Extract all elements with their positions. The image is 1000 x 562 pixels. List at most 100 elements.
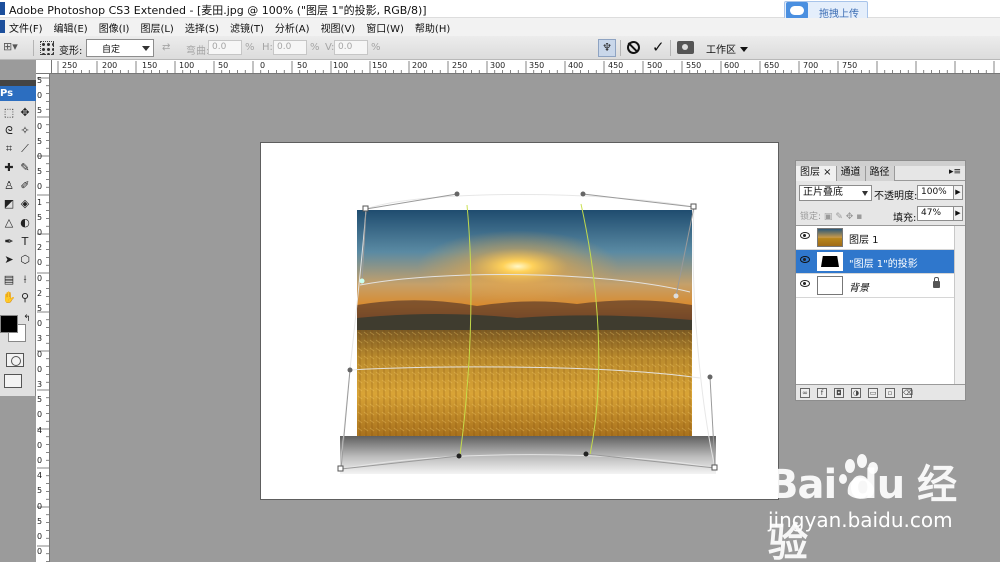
ruler-label: 5 — [37, 76, 43, 85]
notes-tool-icon[interactable]: ▤ — [1, 272, 17, 287]
ruler-label: 5 — [37, 395, 43, 405]
ruler-label: 200 — [412, 61, 428, 70]
ruler-label: 5 — [37, 136, 43, 146]
foreground-color-swatch[interactable] — [0, 315, 18, 333]
tab-layers[interactable]: 图层 × — [796, 166, 837, 181]
ruler-label: 0 — [37, 456, 43, 465]
menu-window[interactable]: 窗口(W) — [366, 20, 404, 35]
clone-stamp-icon[interactable]: ♙ — [1, 178, 17, 193]
blend-mode-select[interactable]: 正片叠底 — [799, 185, 872, 201]
lock-options: 锁定: ▣ ✎ ✥ ▪ — [800, 209, 862, 222]
opacity-field[interactable]: 100% — [917, 185, 954, 200]
history-brush-icon[interactable]: ✐ — [17, 178, 33, 193]
ruler-label: 750 — [842, 61, 858, 70]
wheat-field-photo[interactable] — [357, 210, 692, 436]
hand-tool-icon[interactable]: ✋ — [1, 290, 17, 305]
move-tool-icon[interactable]: ✥ — [17, 105, 33, 120]
camera-icon[interactable] — [677, 41, 694, 54]
warp-label: 变形: — [59, 46, 83, 57]
fill-field[interactable]: 47% — [917, 206, 954, 221]
lasso-tool-icon[interactable]: ᘓ — [1, 123, 17, 138]
visibility-eye-icon[interactable] — [800, 256, 810, 263]
eyedropper-icon[interactable]: ⟊ — [17, 272, 33, 287]
bend-percent: % — [245, 42, 255, 53]
ruler-label: 0 — [37, 319, 43, 329]
type-tool-icon[interactable]: T — [17, 234, 33, 249]
orientation-icon[interactable]: ⇄ — [162, 42, 170, 53]
link-layers-icon[interactable]: ∞ — [800, 388, 810, 398]
layer-thumbnail — [817, 252, 843, 271]
lock-all-icon[interactable]: ▪ — [856, 212, 862, 222]
menu-analysis[interactable]: 分析(A) — [275, 20, 310, 35]
panel-menu-icon[interactable]: ▸≡ — [949, 167, 961, 177]
pen-tool-icon[interactable]: ✒ — [1, 234, 17, 249]
menu-view[interactable]: 视图(V) — [321, 20, 356, 35]
layer-row[interactable]: 图层 1 — [796, 226, 954, 250]
adjustment-layer-icon[interactable]: ◑ — [851, 388, 861, 398]
window-title: Adobe Photoshop CS3 Extended - [麦田.jpg @… — [9, 4, 427, 17]
visibility-eye-icon[interactable] — [800, 280, 810, 287]
lock-label: 锁定: — [800, 212, 822, 222]
ruler-label: 5 — [37, 167, 43, 177]
quick-mask-icon[interactable] — [6, 353, 24, 367]
v-distortion-field[interactable]: 0.0 — [334, 40, 368, 55]
bend-field[interactable]: 0.0 — [208, 40, 242, 55]
menu-select[interactable]: 选择(S) — [185, 20, 219, 35]
tab-paths[interactable]: 路径 — [865, 166, 895, 181]
ruler-origin[interactable] — [36, 60, 52, 74]
opacity-stepper[interactable]: ▶ — [953, 185, 963, 200]
cancel-transform-icon[interactable] — [627, 41, 640, 54]
blur-tool-icon[interactable]: △ — [1, 215, 17, 230]
menu-image[interactable]: 图像(I) — [99, 20, 130, 35]
menu-filter[interactable]: 滤镜(T) — [230, 20, 264, 35]
dodge-tool-icon[interactable]: ◐ — [17, 215, 33, 230]
tab-channels[interactable]: 通道 — [836, 166, 866, 181]
layer-thumbnail — [817, 228, 843, 247]
menu-edit[interactable]: 编辑(E) — [54, 20, 88, 35]
ruler-label: 5 — [37, 486, 43, 496]
reference-point-icon[interactable] — [40, 41, 54, 55]
visibility-eye-icon[interactable] — [800, 232, 810, 239]
new-layer-icon[interactable]: ▫ — [885, 388, 895, 398]
tool-preset-picker[interactable]: ⊞▾ — [3, 40, 29, 56]
menu-help[interactable]: 帮助(H) — [415, 20, 450, 35]
lock-pixels-icon[interactable]: ✎ — [835, 212, 843, 222]
h-distortion-field[interactable]: 0.0 — [273, 40, 307, 55]
ruler-label: 5 — [37, 304, 43, 313]
layer-style-icon[interactable]: f — [817, 388, 827, 398]
free-transform-mode-icon[interactable]: ♆ — [598, 39, 616, 57]
horizontal-ruler[interactable]: 250 200 150 100 50 0 50 100 150 200 250 … — [52, 60, 1000, 74]
swap-colors-icon[interactable]: ↰ — [19, 312, 35, 327]
marquee-tool-icon[interactable]: ⬚ — [1, 105, 17, 120]
workspace-button[interactable]: 工作区 — [706, 41, 748, 56]
vertical-ruler[interactable]: 5 0 5 0 5 0 5 0 1 5 0 2 0 0 2 5 0 3 0 0 3 5 0 4 0 0 4 5 0 5 0 0 — [36, 74, 50, 562]
brush-tool-icon[interactable]: ✎ — [17, 160, 33, 175]
warp-style-select[interactable]: 自定 — [86, 39, 154, 57]
shape-tool-icon[interactable]: ⬡ — [17, 252, 33, 267]
workspace-label: 工作区 — [706, 45, 736, 56]
new-group-icon[interactable]: ▭ — [868, 388, 878, 398]
layer-row[interactable]: 背景 — [796, 274, 954, 298]
ruler-label: 0 — [37, 410, 43, 420]
zoom-tool-icon[interactable]: ⚲ — [17, 290, 33, 305]
screen-mode-icon[interactable] — [4, 374, 22, 388]
layer-row[interactable]: "图层 1"的投影 — [796, 250, 954, 274]
menu-layer[interactable]: 图层(L) — [140, 20, 173, 35]
ruler-label: 0 — [37, 228, 43, 237]
paint-bucket-icon[interactable]: ◈ — [17, 196, 33, 211]
path-selection-icon[interactable]: ➤ — [1, 252, 17, 267]
fill-stepper[interactable]: ▶ — [953, 206, 963, 221]
menu-file[interactable]: 文件(F) — [9, 20, 43, 35]
lock-position-icon[interactable]: ✥ — [846, 212, 854, 222]
eraser-tool-icon[interactable]: ◩ — [1, 196, 17, 211]
slice-tool-icon[interactable]: ⟋ — [17, 141, 33, 156]
layer-list-scrollbar[interactable] — [954, 226, 965, 384]
delete-layer-icon[interactable]: ⌫ — [902, 388, 913, 398]
lock-transparency-icon[interactable]: ▣ — [824, 212, 833, 222]
crop-tool-icon[interactable]: ⌗ — [1, 141, 17, 156]
watermark-brand: Bai du 经验 — [768, 462, 957, 562]
add-mask-icon[interactable]: ◘ — [834, 388, 844, 398]
healing-brush-icon[interactable]: ✚ — [1, 160, 17, 175]
magic-wand-icon[interactable]: ✧ — [17, 123, 33, 138]
commit-transform-icon[interactable]: ✓ — [652, 38, 665, 56]
